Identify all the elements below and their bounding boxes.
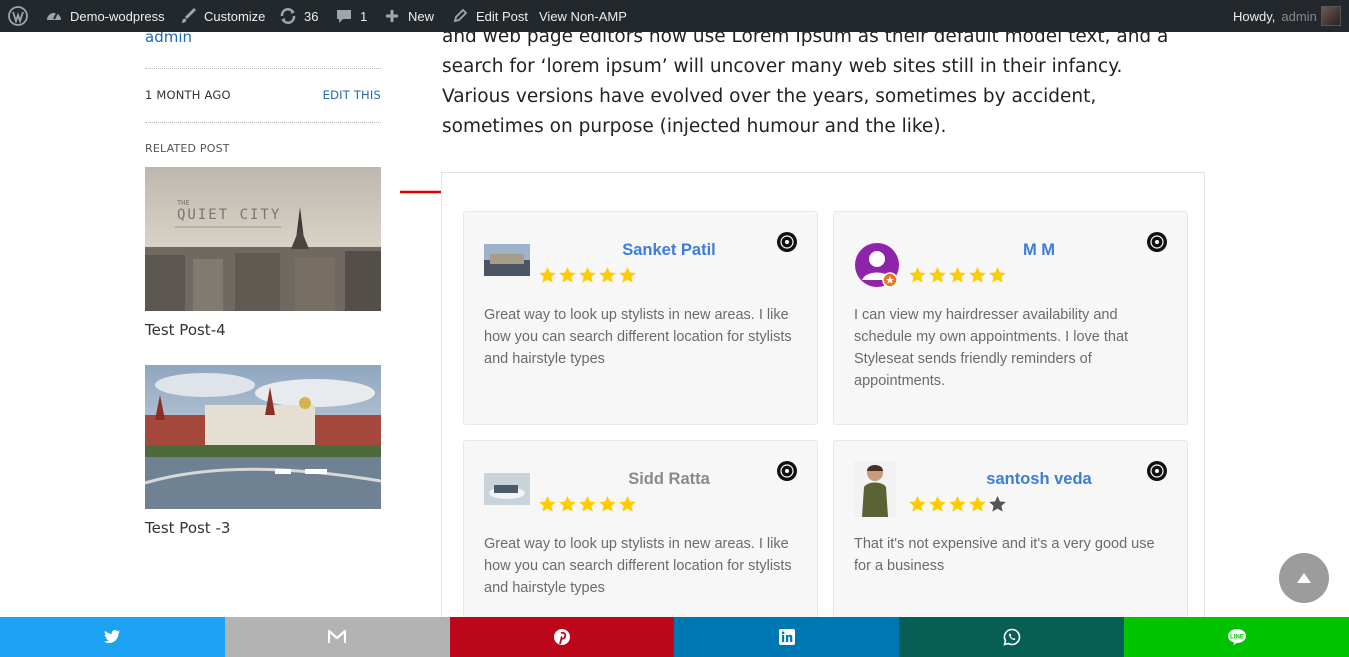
related-post-heading: RELATED POST (145, 142, 230, 155)
line-icon: LINE (1227, 629, 1246, 646)
customize-link[interactable]: Customize (178, 0, 265, 32)
review-card: M M I can view my hairdresser availabili… (833, 211, 1188, 425)
star-icon (579, 266, 596, 283)
star-icon (599, 495, 616, 512)
star-icon (579, 495, 596, 512)
new-label: New (408, 8, 435, 24)
article-body: and web page editors now use Lorem Ipsum… (442, 26, 1169, 137)
view-non-amp-link[interactable]: View Non-AMP (539, 0, 627, 32)
share-line-button[interactable]: LINE (1124, 617, 1349, 657)
admin-bar: Demo-wodpress Customize 36 1 New Edit Po… (0, 0, 1349, 32)
share-twitter-button[interactable] (0, 617, 225, 657)
thumbnail-title-text: QUIET CITY (177, 207, 282, 223)
share-pinterest-button[interactable] (449, 617, 675, 657)
edit-this-link[interactable]: EDIT THIS (323, 88, 381, 102)
star-rating (908, 495, 1007, 513)
star-icon (989, 495, 1006, 512)
star-rating (908, 266, 1007, 284)
star-icon (969, 266, 986, 283)
divider (145, 68, 381, 69)
review-text: I can view my hairdresser availability a… (854, 307, 1129, 389)
new-content-link[interactable]: New (382, 0, 434, 32)
reviews-widget: Sanket Patil Great way to look up stylis… (441, 172, 1205, 654)
reviewer-name: Sidd Ratta (628, 470, 710, 488)
star-icon (989, 266, 1006, 283)
star-rating (538, 266, 637, 284)
edit-post-label: Edit Post (476, 8, 529, 24)
reviewer-avatar (854, 242, 900, 288)
reviewer-name: santosh veda (986, 470, 1092, 488)
arrow-up-icon (1297, 573, 1311, 583)
reviewer-avatar (484, 244, 530, 276)
share-linkedin-button[interactable] (674, 617, 900, 657)
site-name-menu[interactable]: Demo-wodpress (44, 0, 165, 32)
star-icon (599, 266, 616, 283)
review-text: Great way to look up stylists in new are… (484, 536, 792, 596)
updates-link[interactable]: 36 (278, 0, 318, 32)
pinterest-icon (554, 629, 571, 645)
star-icon (909, 266, 926, 283)
star-icon (539, 266, 556, 283)
wordpress-logo-icon[interactable] (8, 0, 28, 32)
thumbnail-small-text: THE (177, 199, 190, 207)
email-icon (328, 630, 347, 643)
dashboard-icon (44, 6, 64, 26)
brush-icon (178, 6, 198, 26)
updates-count: 36 (304, 8, 319, 24)
related-post-thumbnail[interactable] (145, 365, 381, 509)
star-icon (539, 495, 556, 512)
share-whatsapp-button[interactable] (899, 617, 1125, 657)
star-icon (969, 495, 986, 512)
review-source-icon (777, 232, 797, 252)
updates-icon (278, 6, 298, 26)
star-icon (559, 266, 576, 283)
twitter-icon (104, 630, 121, 643)
account-username: admin (1281, 8, 1317, 24)
review-source-icon (1147, 232, 1167, 252)
view-non-amp-label: View Non-AMP (539, 8, 627, 24)
comments-link[interactable]: 1 (334, 0, 367, 32)
back-to-top-button[interactable] (1279, 553, 1329, 603)
pencil-icon (450, 6, 470, 26)
whatsapp-icon (1003, 628, 1020, 646)
related-post-title[interactable]: Test Post -3 (145, 519, 230, 537)
social-share-bar: LINE (0, 617, 1349, 657)
linkedin-icon (778, 629, 795, 645)
customize-label: Customize (204, 8, 266, 24)
star-icon (949, 266, 966, 283)
star-rating (538, 495, 637, 513)
howdy-label: Howdy, (1233, 8, 1276, 24)
reviewer-avatar (484, 473, 530, 505)
review-card: Sanket Patil Great way to look up stylis… (463, 211, 818, 425)
star-icon (909, 495, 926, 512)
reviewer-name: Sanket Patil (622, 241, 716, 259)
user-avatar[interactable] (1321, 6, 1341, 26)
reviewer-name: M M (1022, 241, 1056, 259)
edit-post-link[interactable]: Edit Post (450, 0, 528, 32)
comment-icon (334, 6, 354, 26)
comments-count: 1 (360, 8, 368, 24)
related-post-title[interactable]: Test Post-4 (145, 321, 226, 339)
share-email-button[interactable] (224, 617, 450, 657)
review-text: That it's not expensive and it's a very … (854, 536, 1155, 574)
site-name: Demo-wodpress (70, 8, 165, 24)
review-source-icon (1147, 461, 1167, 481)
related-post-thumbnail[interactable] (145, 167, 381, 311)
my-account-menu[interactable]: Howdy, admin (1233, 0, 1317, 32)
review-text: Great way to look up stylists in new are… (484, 307, 792, 367)
star-icon (949, 495, 966, 512)
star-icon (619, 266, 636, 283)
star-icon (929, 495, 946, 512)
thumbnail-caption: THE QUIET CITY (177, 199, 297, 223)
star-icon (929, 266, 946, 283)
star-icon (559, 495, 576, 512)
svg-text:LINE: LINE (1230, 635, 1244, 641)
reviewer-avatar (854, 461, 896, 517)
review-source-icon (777, 461, 797, 481)
post-date: 1 MONTH AGO (145, 88, 231, 102)
star-icon (619, 495, 636, 512)
divider (145, 122, 381, 123)
plus-icon (382, 6, 402, 26)
